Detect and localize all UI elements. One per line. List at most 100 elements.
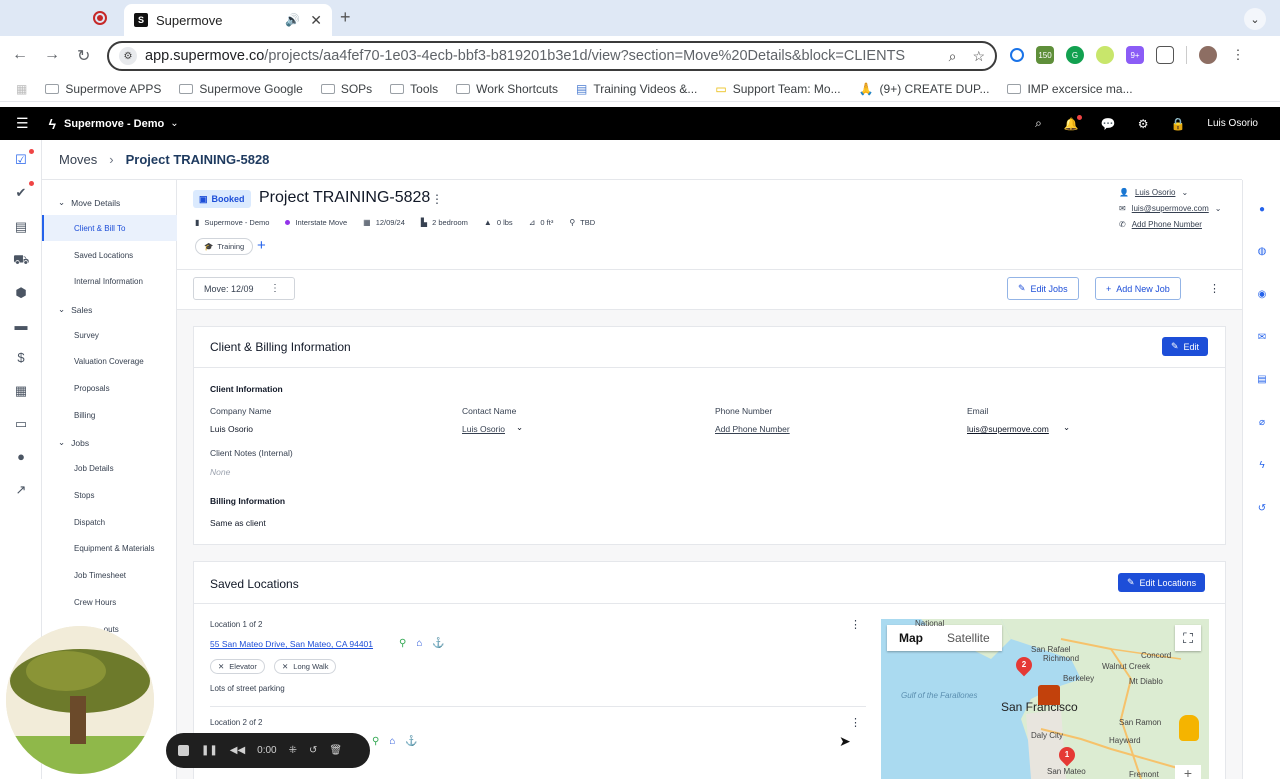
zoom-icon[interactable]: ⌕ [949, 48, 957, 65]
rewind-icon[interactable]: ◀◀ [230, 745, 245, 756]
email-link[interactable]: luis@supermove.com [967, 424, 1049, 434]
map-pin-2[interactable]: 2 [1012, 653, 1036, 677]
sidebar-item-saved-locations[interactable]: Saved Locations [74, 251, 133, 260]
trash-icon[interactable]: 🗑 [329, 745, 342, 756]
bookmark-item[interactable]: ▭ Support Team: Mo... [715, 82, 840, 96]
back-icon[interactable]: ← [12, 46, 28, 64]
add-new-job-button[interactable]: + Add New Job [1095, 277, 1181, 300]
sidebar-item-job-timesheet[interactable]: Job Timesheet [74, 571, 126, 580]
move-selector[interactable]: Move: 12/09 ⋮ [193, 277, 295, 300]
notifications-bell-icon[interactable]: 🔔 [1064, 114, 1082, 131]
document-icon[interactable]: ▤ [1256, 374, 1268, 386]
pause-icon[interactable]: ❚❚ [201, 745, 218, 756]
lock-icon[interactable]: 🔒 [1170, 117, 1185, 131]
locations-map[interactable]: Map Satellite ⛶ National San Rafael Rich… [881, 619, 1209, 779]
envelope-icon[interactable]: ✉ [1256, 332, 1268, 344]
anchor-icon[interactable]: ⚓ [432, 638, 444, 649]
truck-icon[interactable]: ⛟ [13, 252, 29, 268]
nav-section-jobs[interactable]: ⌄ Jobs [58, 437, 89, 448]
bookmark-item[interactable]: SOPs [320, 82, 372, 96]
more-vertical-icon[interactable]: ⋮ [850, 716, 861, 729]
chart-line-icon[interactable]: ↗ [13, 482, 29, 498]
url-input[interactable]: ⚙ app.supermove.co/projects/aa4fef70-1e0… [107, 41, 997, 71]
user-icon[interactable]: ● [13, 449, 29, 465]
nav-section-sales[interactable]: ⌄ Sales [58, 304, 92, 315]
nav-section-move-details[interactable]: ⌄ Move Details [58, 197, 120, 208]
history-icon[interactable]: ↺ [1256, 503, 1268, 515]
ticket-icon[interactable]: ▬ [13, 318, 29, 334]
chevron-down-icon[interactable]: ⌄ [1181, 188, 1188, 197]
webcam-bubble[interactable] [6, 626, 154, 774]
chat-bubble-icon[interactable]: ◍ [1256, 246, 1268, 258]
calendar-check-icon[interactable]: ☑ [13, 152, 29, 168]
edit-client-button[interactable]: ✎ Edit [1162, 337, 1209, 356]
stop-recording-icon[interactable] [178, 745, 189, 756]
edit-locations-button[interactable]: ✎ Edit Locations [1118, 573, 1206, 592]
google-maps-icon[interactable]: ⚲ [372, 736, 379, 747]
money-bill-icon[interactable]: ▭ [13, 416, 29, 432]
calculator-icon[interactable]: ▦ [13, 383, 29, 399]
bookmark-item[interactable]: Supermove APPS [45, 82, 161, 96]
warehouse-icon[interactable] [1038, 685, 1060, 705]
breadcrumb-moves-link[interactable]: Moves [59, 152, 97, 167]
clipboard-icon[interactable]: ▤ [13, 219, 29, 235]
bookmark-item[interactable]: ▤ Training Videos &... [576, 82, 697, 96]
zillow-icon[interactable]: ⌂ [389, 736, 395, 747]
more-vertical-icon[interactable]: ⋮ [1209, 282, 1220, 295]
project-more-icon[interactable]: ⋮ [431, 192, 443, 206]
location-1-address-link[interactable]: 55 San Mateo Drive, San Mateo, CA 94401 [210, 639, 373, 649]
contact-name-link[interactable]: Luis Osorio [462, 424, 505, 434]
hamburger-menu-icon[interactable]: ☰ [16, 115, 29, 132]
recording-tab-icon[interactable] [93, 11, 107, 25]
extension-purple-icon[interactable]: 9+ [1126, 46, 1144, 64]
bookmark-item[interactable]: 🙏 (9+) CREATE DUP... [859, 82, 990, 96]
tab-search-icon[interactable]: ⌄ [1244, 8, 1266, 30]
bookmark-item[interactable]: Work Shortcuts [456, 82, 558, 96]
sidebar-item-crew-hours[interactable]: Crew Hours [74, 598, 116, 607]
edit-jobs-button[interactable]: ✎ Edit Jobs [1007, 277, 1079, 300]
new-tab-button[interactable]: + [340, 7, 351, 28]
bookmark-star-icon[interactable]: ☆ [972, 48, 985, 65]
sidebar-item-dispatch[interactable]: Dispatch [74, 518, 105, 527]
apps-grid-icon[interactable]: ▦ [16, 82, 27, 96]
extensions-puzzle-icon[interactable] [1156, 46, 1174, 64]
fullscreen-icon[interactable]: ⛶ [1175, 625, 1201, 651]
forward-icon[interactable]: → [44, 46, 60, 64]
zillow-icon[interactable]: ⌂ [416, 638, 422, 649]
boxes-icon[interactable]: ⬢ [13, 285, 29, 301]
extension-green-icon[interactable] [1096, 46, 1114, 64]
chevron-down-icon[interactable]: ⌄ [1063, 422, 1070, 433]
sidebar-item-stops[interactable]: Stops [74, 491, 94, 500]
contact-name-link[interactable]: Luis Osorio [1135, 188, 1175, 197]
map-tab-map[interactable]: Map [887, 625, 935, 651]
contact-email-link[interactable]: luis@supermove.com [1132, 204, 1209, 213]
tag-training[interactable]: 🎓 Training [195, 238, 254, 255]
browser-menu-icon[interactable]: ⋮ [1229, 46, 1247, 64]
close-tab-icon[interactable]: ✕ [310, 12, 322, 29]
sidebar-item-client-bill-to[interactable]: Client & Bill To [74, 224, 125, 233]
map-tab-satellite[interactable]: Satellite [935, 625, 1002, 651]
check-circle-icon[interactable]: ● [1256, 204, 1268, 216]
zoom-in-icon[interactable]: + [1175, 765, 1201, 779]
sidebar-item-proposals[interactable]: Proposals [74, 384, 110, 393]
more-vertical-icon[interactable]: ⋮ [850, 618, 861, 631]
chevron-down-icon[interactable]: ⌄ [516, 422, 523, 433]
reload-icon[interactable]: ↻ [77, 46, 90, 66]
browser-tab-active[interactable]: S Supermove 🔊 ✕ [124, 4, 332, 36]
add-phone-link[interactable]: Add Phone Number [715, 424, 790, 434]
sidebar-item-job-details[interactable]: Job Details [74, 464, 114, 473]
chevron-down-icon[interactable]: ⌄ [170, 118, 178, 129]
user-name[interactable]: Luis Osorio [1207, 118, 1258, 129]
chevron-down-icon[interactable]: ⌄ [1215, 204, 1222, 213]
bookmark-item[interactable]: IMP excersice ma... [1007, 82, 1133, 96]
add-phone-link[interactable]: Add Phone Number [1132, 220, 1202, 229]
extension-counter-icon[interactable]: 150 [1036, 46, 1054, 64]
google-maps-icon[interactable]: ⚲ [399, 638, 406, 649]
add-tag-button[interactable]: + [257, 237, 266, 254]
org-switcher[interactable]: Supermove - Demo [64, 118, 164, 130]
speaker-icon[interactable]: 🔊 [285, 13, 300, 27]
profile-avatar[interactable] [1199, 46, 1217, 64]
extension-info-icon[interactable] [1010, 48, 1024, 62]
site-info-icon[interactable]: ⚙ [119, 47, 137, 65]
street-view-pegman-icon[interactable] [1179, 715, 1199, 741]
